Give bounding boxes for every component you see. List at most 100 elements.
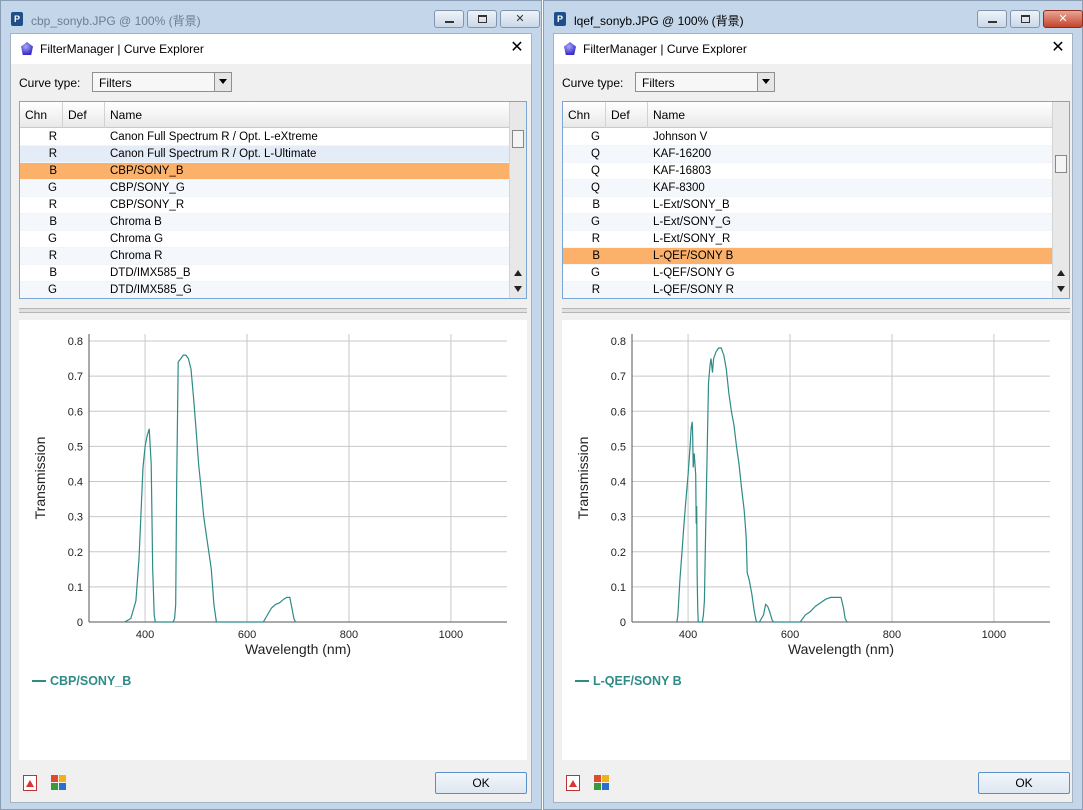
- app-icon: P: [11, 12, 23, 26]
- scrollbar-thumb[interactable]: [512, 130, 524, 148]
- curve-type-label: Curve type:: [19, 76, 81, 90]
- dialog-close-button[interactable]: ✕: [1050, 39, 1066, 57]
- close-icon: ✕: [1058, 13, 1068, 25]
- window-controls: ✕: [977, 10, 1083, 28]
- y-tick-label: 0.4: [68, 477, 83, 489]
- curve-type-select[interactable]: Filters: [635, 72, 775, 92]
- cell-chn: G: [591, 131, 600, 143]
- maximize-button[interactable]: [467, 10, 497, 28]
- table-row[interactable]: G L-QEF/SONY G: [563, 265, 1053, 282]
- curve-explorer-dialog: FilterManager | Curve Explorer ✕ Curve t…: [553, 33, 1073, 803]
- cell-name: KAF-16200: [653, 148, 712, 160]
- x-tick-label: 1000: [439, 629, 463, 641]
- pdf-export-icon[interactable]: [566, 775, 580, 791]
- cell-chn: B: [49, 216, 57, 228]
- y-tick-label: 0.5: [68, 441, 83, 453]
- table-row[interactable]: B Chroma B: [20, 214, 510, 231]
- table-row[interactable]: Q KAF-16200: [563, 146, 1053, 163]
- chevron-down-icon[interactable]: [757, 73, 774, 91]
- legend-label: CBP/SONY_B: [50, 674, 131, 688]
- cell-chn: Q: [591, 182, 600, 194]
- curve-plot-panel: 0 0.1 0.2 0.3 0.4 0.5 0.6 0.7 0.8 400 600 800 1000 Wa…: [562, 320, 1070, 760]
- window-titlebar[interactable]: P lqef_sonyb.JPG @ 100% (背景) ✕: [544, 1, 1083, 37]
- scroll-down-icon[interactable]: [1057, 286, 1065, 292]
- table-row[interactable]: R L-Ext/SONY_R: [563, 231, 1053, 248]
- table-row[interactable]: B CBP/SONY_B: [20, 163, 510, 180]
- chevron-down-icon[interactable]: [214, 73, 231, 91]
- cell-chn: B: [49, 267, 57, 279]
- table-row[interactable]: R Canon Full Spectrum R / Opt. L-Ultimate: [20, 146, 510, 163]
- table-row[interactable]: G CBP/SONY_G: [20, 180, 510, 197]
- y-tick-label: 0.4: [611, 477, 626, 489]
- filter-table: Chn Def Name R Canon Full Spectrum R / Op…: [19, 101, 527, 299]
- table-row[interactable]: R L-QEF/SONY R: [563, 282, 1053, 298]
- ok-button[interactable]: OK: [435, 772, 527, 794]
- table-header: Chn Def Name: [20, 102, 510, 128]
- cell-name: CBP/SONY_R: [110, 199, 185, 211]
- column-header-name[interactable]: Name: [105, 102, 510, 128]
- image-export-icon[interactable]: [51, 775, 67, 791]
- maximize-button[interactable]: [1010, 10, 1040, 28]
- table-row[interactable]: Q KAF-8300: [563, 180, 1053, 197]
- table-row[interactable]: G DTD/IMX585_G: [20, 282, 510, 298]
- scroll-up-icon[interactable]: [1057, 270, 1065, 276]
- table-scrollbar[interactable]: [509, 102, 526, 298]
- panel-splitter[interactable]: [562, 308, 1070, 313]
- dialog-close-button[interactable]: ✕: [509, 39, 525, 57]
- window-close-button[interactable]: ✕: [1043, 10, 1083, 28]
- cell-chn: R: [591, 233, 600, 245]
- column-header-def[interactable]: Def: [63, 102, 105, 128]
- curve-type-select[interactable]: Filters: [92, 72, 232, 92]
- minimize-icon: [445, 21, 454, 23]
- y-tick-label: 0.6: [68, 406, 83, 418]
- ok-button[interactable]: OK: [978, 772, 1070, 794]
- cell-name: Chroma R: [110, 250, 163, 262]
- y-tick-label: 0.8: [68, 336, 83, 348]
- window-close-button[interactable]: ✕: [500, 10, 540, 28]
- series-line: [676, 347, 848, 623]
- table-row[interactable]: B DTD/IMX585_B: [20, 265, 510, 282]
- column-header-chn[interactable]: Chn: [20, 102, 63, 128]
- panel-splitter[interactable]: [19, 308, 527, 313]
- legend-label: L-QEF/SONY B: [593, 674, 682, 688]
- y-tick-label: 0.1: [611, 582, 626, 594]
- image-export-icon[interactable]: [594, 775, 610, 791]
- dialog-title: FilterManager | Curve Explorer: [583, 42, 747, 56]
- table-row[interactable]: R CBP/SONY_R: [20, 197, 510, 214]
- cell-chn: G: [591, 216, 600, 228]
- x-tick-label: 600: [238, 629, 256, 641]
- cell-name: L-Ext/SONY_G: [653, 216, 731, 228]
- column-header-chn[interactable]: Chn: [563, 102, 606, 128]
- pdf-export-icon[interactable]: [23, 775, 37, 791]
- table-row[interactable]: G Johnson V: [563, 129, 1053, 146]
- cell-name: L-Ext/SONY_R: [653, 233, 731, 245]
- cell-name: Chroma B: [110, 216, 162, 228]
- scroll-down-icon[interactable]: [514, 286, 522, 292]
- x-tick-label: 800: [883, 629, 901, 641]
- minimize-button[interactable]: [434, 10, 464, 28]
- scroll-up-icon[interactable]: [514, 270, 522, 276]
- cell-chn: R: [48, 250, 57, 262]
- table-row[interactable]: G Chroma G: [20, 231, 510, 248]
- cell-chn: B: [592, 250, 600, 262]
- y-axis-label: Transmission: [32, 437, 48, 520]
- cell-chn: G: [48, 233, 57, 245]
- cell-name: Canon Full Spectrum R / Opt. L-Ultimate: [110, 148, 317, 160]
- y-tick-label: 0.2: [611, 547, 626, 559]
- table-row[interactable]: B L-QEF/SONY B: [563, 248, 1053, 265]
- scrollbar-thumb[interactable]: [1055, 155, 1067, 173]
- table-row[interactable]: G L-Ext/SONY_G: [563, 214, 1053, 231]
- table-row[interactable]: Q KAF-16803: [563, 163, 1053, 180]
- x-tick-label: 1000: [982, 629, 1006, 641]
- minimize-button[interactable]: [977, 10, 1007, 28]
- column-header-def[interactable]: Def: [606, 102, 648, 128]
- table-row[interactable]: B L-Ext/SONY_B: [563, 197, 1053, 214]
- column-header-name[interactable]: Name: [648, 102, 1053, 128]
- table-row[interactable]: R Canon Full Spectrum R / Opt. L-eXtreme: [20, 129, 510, 146]
- window-titlebar[interactable]: P cbp_sonyb.JPG @ 100% (背景) ✕: [1, 1, 541, 37]
- table-scrollbar[interactable]: [1052, 102, 1069, 298]
- x-axis-label: Wavelength (nm): [245, 641, 351, 657]
- x-tick-label: 400: [136, 629, 154, 641]
- table-row[interactable]: R Chroma R: [20, 248, 510, 265]
- dialog-title: FilterManager | Curve Explorer: [40, 42, 204, 56]
